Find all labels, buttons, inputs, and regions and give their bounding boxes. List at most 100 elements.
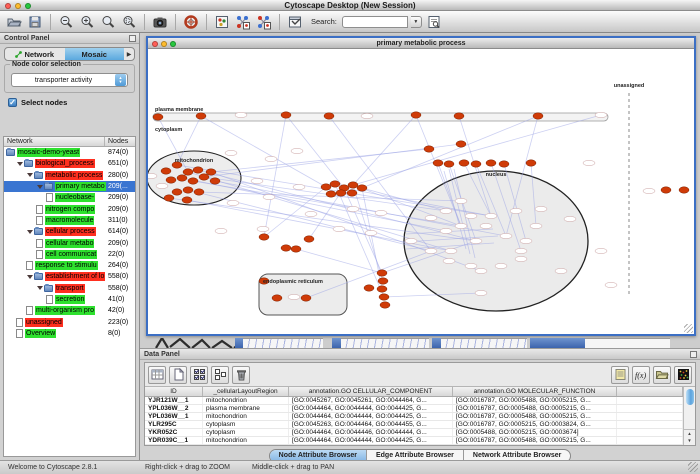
tree-row[interactable]: Overview8(0) bbox=[4, 328, 135, 339]
expand-triangle-icon[interactable] bbox=[37, 185, 43, 189]
network-label-node[interactable] bbox=[443, 258, 455, 263]
network-node[interactable] bbox=[471, 161, 481, 167]
network-node[interactable] bbox=[183, 169, 193, 175]
search-input[interactable] bbox=[342, 16, 408, 28]
zoom-selected-region-icon[interactable] bbox=[120, 13, 138, 31]
network-node[interactable] bbox=[679, 187, 689, 193]
new-attribute-icon[interactable] bbox=[169, 366, 187, 384]
background-window-fragment[interactable] bbox=[235, 338, 243, 348]
network-node[interactable] bbox=[364, 285, 374, 291]
network-label-node[interactable] bbox=[595, 248, 607, 253]
snapshot-camera-icon[interactable] bbox=[151, 13, 169, 31]
background-window-fragment[interactable] bbox=[585, 338, 670, 348]
select-attributes-icon[interactable] bbox=[148, 366, 166, 384]
network-label-node[interactable] bbox=[465, 263, 477, 268]
app-resize-grip[interactable] bbox=[688, 462, 698, 472]
network-node[interactable] bbox=[272, 295, 282, 301]
unselect-all-attributes-icon[interactable] bbox=[211, 366, 229, 384]
background-window-fragment[interactable] bbox=[243, 338, 323, 348]
tree-row[interactable]: mosaic-demo-yeast874(0) bbox=[4, 147, 135, 158]
frame-resize-grip[interactable] bbox=[684, 324, 693, 333]
network-label-node[interactable] bbox=[605, 282, 617, 287]
column-header[interactable]: ID bbox=[145, 387, 203, 396]
column-header[interactable]: _cellularLayoutRegion bbox=[203, 387, 289, 396]
network-label-node[interactable] bbox=[500, 233, 512, 238]
open-session-icon[interactable] bbox=[5, 13, 23, 31]
network-node[interactable] bbox=[321, 184, 331, 190]
expand-triangle-icon[interactable] bbox=[37, 286, 43, 290]
network-node[interactable] bbox=[304, 236, 314, 242]
network-label-node[interactable] bbox=[583, 160, 595, 165]
network-label-node[interactable] bbox=[495, 263, 507, 268]
network-label-node[interactable] bbox=[564, 216, 576, 221]
column-header[interactable]: annotation.GO CELLULAR_COMPONENT bbox=[289, 387, 453, 396]
network-node[interactable] bbox=[291, 246, 301, 252]
network-label-node[interactable] bbox=[257, 226, 269, 231]
network-label-node[interactable] bbox=[263, 194, 275, 199]
network-label-node[interactable] bbox=[643, 188, 655, 193]
table-vertical-scrollbar[interactable]: ▲▼ bbox=[683, 387, 695, 445]
network-label-node[interactable] bbox=[235, 112, 247, 117]
function-builder-icon[interactable]: f(x) bbox=[632, 366, 650, 384]
minimize-button[interactable] bbox=[15, 3, 21, 9]
network-node[interactable] bbox=[357, 185, 367, 191]
network-label-node[interactable] bbox=[485, 213, 497, 218]
network-label-node[interactable] bbox=[595, 112, 607, 117]
import-attributes-folder-icon[interactable] bbox=[653, 366, 671, 384]
network-node[interactable] bbox=[161, 168, 171, 174]
network-label-node[interactable] bbox=[475, 268, 487, 273]
network-node[interactable] bbox=[166, 177, 176, 183]
help-lifering-icon[interactable] bbox=[182, 13, 200, 31]
tree-row[interactable]: establishment of lo558(0) bbox=[4, 271, 135, 282]
tree-row[interactable]: nitrogen compo209(0) bbox=[4, 203, 135, 214]
column-header[interactable] bbox=[617, 387, 683, 396]
network-label-node[interactable] bbox=[555, 268, 567, 273]
expand-triangle-icon[interactable] bbox=[17, 162, 23, 166]
table-row[interactable]: YPL036W__2plasma membrane[GO:0044464, GO… bbox=[145, 405, 683, 413]
network-node[interactable] bbox=[380, 302, 390, 308]
background-window-fragment[interactable] bbox=[332, 338, 341, 348]
background-window-fragment[interactable] bbox=[432, 338, 441, 348]
network-node[interactable] bbox=[411, 112, 421, 118]
vizmapper-panel-icon[interactable] bbox=[213, 13, 231, 31]
tree-row[interactable]: primary metabo209(... bbox=[4, 181, 135, 192]
network-node[interactable] bbox=[330, 181, 340, 187]
network-node[interactable] bbox=[454, 113, 464, 119]
network-view-title-bar[interactable]: primary metabolic process bbox=[148, 38, 694, 49]
network-node[interactable] bbox=[459, 160, 469, 166]
tree-row[interactable]: transport558(0) bbox=[4, 283, 135, 294]
network-label-node[interactable] bbox=[445, 248, 457, 253]
tree-column-network[interactable]: Network bbox=[4, 137, 105, 146]
network-label-node[interactable] bbox=[510, 208, 522, 213]
network-label-node[interactable] bbox=[405, 238, 417, 243]
network-node[interactable] bbox=[336, 190, 346, 196]
network-node[interactable] bbox=[153, 114, 163, 120]
network-label-node[interactable] bbox=[305, 211, 317, 216]
network-node[interactable] bbox=[206, 169, 216, 175]
save-session-icon[interactable] bbox=[26, 13, 44, 31]
table-row[interactable]: YLR295Ccytoplasm[GO:0045263, GO:0044464,… bbox=[145, 421, 683, 429]
tab-mosaic[interactable]: Mosaic bbox=[65, 48, 125, 61]
matrix-view-icon[interactable] bbox=[674, 366, 692, 384]
tree-row[interactable]: cellular metabo209(0) bbox=[4, 237, 135, 248]
select-all-attributes-icon[interactable] bbox=[190, 366, 208, 384]
zoom-fit-icon[interactable] bbox=[99, 13, 117, 31]
network-label-node[interactable] bbox=[148, 173, 157, 178]
network-node[interactable] bbox=[379, 294, 389, 300]
tree-row[interactable]: unassigned223(0) bbox=[4, 316, 135, 327]
network-label-node[interactable] bbox=[265, 156, 277, 161]
network-node[interactable] bbox=[533, 113, 543, 119]
network-label-node[interactable] bbox=[425, 248, 437, 253]
network-label-node[interactable] bbox=[530, 223, 542, 228]
network-label-node[interactable] bbox=[425, 215, 437, 220]
network-label-node[interactable] bbox=[215, 228, 227, 233]
network-node[interactable] bbox=[326, 191, 336, 197]
network-node[interactable] bbox=[183, 187, 193, 193]
expand-triangle-icon[interactable] bbox=[27, 230, 33, 234]
network-node[interactable] bbox=[486, 160, 496, 166]
layout-edges-icon[interactable] bbox=[255, 13, 273, 31]
network-node[interactable] bbox=[661, 187, 671, 193]
zoom-in-icon[interactable] bbox=[78, 13, 96, 31]
network-node[interactable] bbox=[188, 178, 198, 184]
network-node[interactable] bbox=[378, 278, 388, 284]
